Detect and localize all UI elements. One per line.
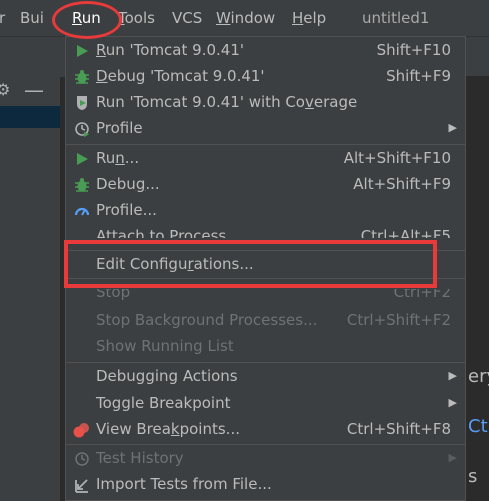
run-icon [73,150,91,168]
collapse-icon[interactable]: — [24,78,44,102]
menu-item-label: Profile... [96,201,157,219]
submenu-arrow-icon: ▶ [448,396,457,409]
menu-item-label: View Breakpoints... [96,420,240,438]
menu-item-label: Import Tests from File... [96,475,272,493]
menu-item-label: Debug... [96,175,160,193]
menu-item-window[interactable]: Window [216,9,275,27]
menu-stop[interactable]: Stop Ctrl+F2 [66,289,465,305]
gear-icon[interactable]: ⚙ [0,80,10,99]
mnemonic: H [292,9,304,27]
run-icon [73,42,91,60]
coverage-icon [73,94,91,112]
menu-stop-background-processes[interactable]: Stop Background Processes... Ctrl+Shift+… [66,308,465,334]
annotation-circle [52,1,122,39]
shortcut: Alt+Shift+F9 [353,175,451,193]
debug-icon [73,176,91,194]
editor-text-fragment: ery [468,366,489,387]
menu-profile-submenu[interactable]: Profile ▶ [66,116,465,142]
menu-label-part: indow [230,9,276,27]
separator [66,444,465,445]
submenu-arrow-icon: ▶ [448,369,457,382]
menu-run-config[interactable]: Run 'Tomcat 9.0.41' Shift+F10 [66,38,465,64]
editor-link-fragment[interactable]: Ct [468,416,488,437]
menu-item-label: Stop Background Processes... [96,311,318,329]
menu-attach-to-process[interactable]: Attach to Process... Ctrl+Alt+F5 [66,224,465,238]
import-icon [73,476,91,494]
profile-icon [73,120,91,138]
project-panel: ⚙ — [0,76,60,501]
shortcut: Ctrl+Shift+F2 [346,311,451,329]
menu-debug-ellipsis[interactable]: Debug... Alt+Shift+F9 [66,172,465,198]
menu-item-label: Profile [96,119,143,137]
breakpoints-icon [73,421,91,439]
menu-view-breakpoints[interactable]: View Breakpoints... Ctrl+Shift+F8 [66,417,465,443]
menu-item-label: Run 'Tomcat 9.0.41' with Coverage [96,93,358,111]
menu-label-part: ools [124,9,155,27]
shortcut: Ctrl+F2 [393,289,451,301]
menu-toggle-breakpoint[interactable]: Toggle Breakpoint ▶ [66,391,465,417]
menu-item-label: Run 'Tomcat 9.0.41' [96,41,244,59]
menu-label-part: Bui [20,9,44,27]
menu-item-tools[interactable]: Tools [118,9,155,27]
separator [66,144,465,145]
mnemonic: W [216,9,231,27]
editor-area: ery Ct s [466,76,489,501]
debug-icon [73,68,91,86]
separator [66,362,465,363]
menu-profile-ellipsis[interactable]: Profile... [66,198,465,224]
menu-show-running-list[interactable]: Show Running List [66,334,465,360]
menu-item-label: Debug 'Tomcat 9.0.41' [96,67,265,85]
menu-item-help[interactable]: Help [292,9,326,27]
selected-tree-row[interactable] [0,106,60,128]
menu-run-with-coverage[interactable]: Run 'Tomcat 9.0.41' with Coverage [66,90,465,116]
menu-item-label: Attach to Process... [96,227,241,238]
menu-item-label: Test History [96,449,184,467]
shortcut: Ctrl+Alt+F5 [360,227,451,238]
menu-label-part: elp [303,9,327,27]
shortcut: Shift+F10 [376,41,451,59]
shortcut: Shift+F9 [386,67,451,85]
submenu-arrow-icon: ▶ [448,451,457,464]
menu-item-label: Stop [96,289,131,301]
editor-text-fragment: s [468,466,478,487]
history-icon [73,450,91,468]
profiler-icon [73,202,91,220]
shortcut: Ctrl+Shift+F8 [346,420,451,438]
menu-debug-config[interactable]: Debug 'Tomcat 9.0.41' Shift+F9 [66,64,465,90]
project-title: untitled1 [362,9,430,27]
menu-item-label: Debugging Actions [96,367,238,385]
menu-item-vcs[interactable]: VCS [172,9,202,27]
submenu-arrow-icon: ▶ [448,121,457,134]
shortcut: Alt+Shift+F10 [343,149,451,167]
menu-debugging-actions[interactable]: Debugging Actions ▶ [66,364,465,390]
annotation-box [64,240,437,288]
menu-item-label: Show Running List [96,337,234,355]
menu-item-label: Run... [96,149,140,167]
menu-run-ellipsis[interactable]: Run... Alt+Shift+F10 [66,146,465,172]
menu-import-tests[interactable]: Import Tests from File... [66,472,465,498]
menu-item-file-partial[interactable]: r [0,9,5,27]
menu-test-history[interactable]: Test History ▶ [66,446,465,472]
menu-item-build[interactable]: Bui [20,9,44,27]
menu-item-label: Toggle Breakpoint [96,394,231,412]
